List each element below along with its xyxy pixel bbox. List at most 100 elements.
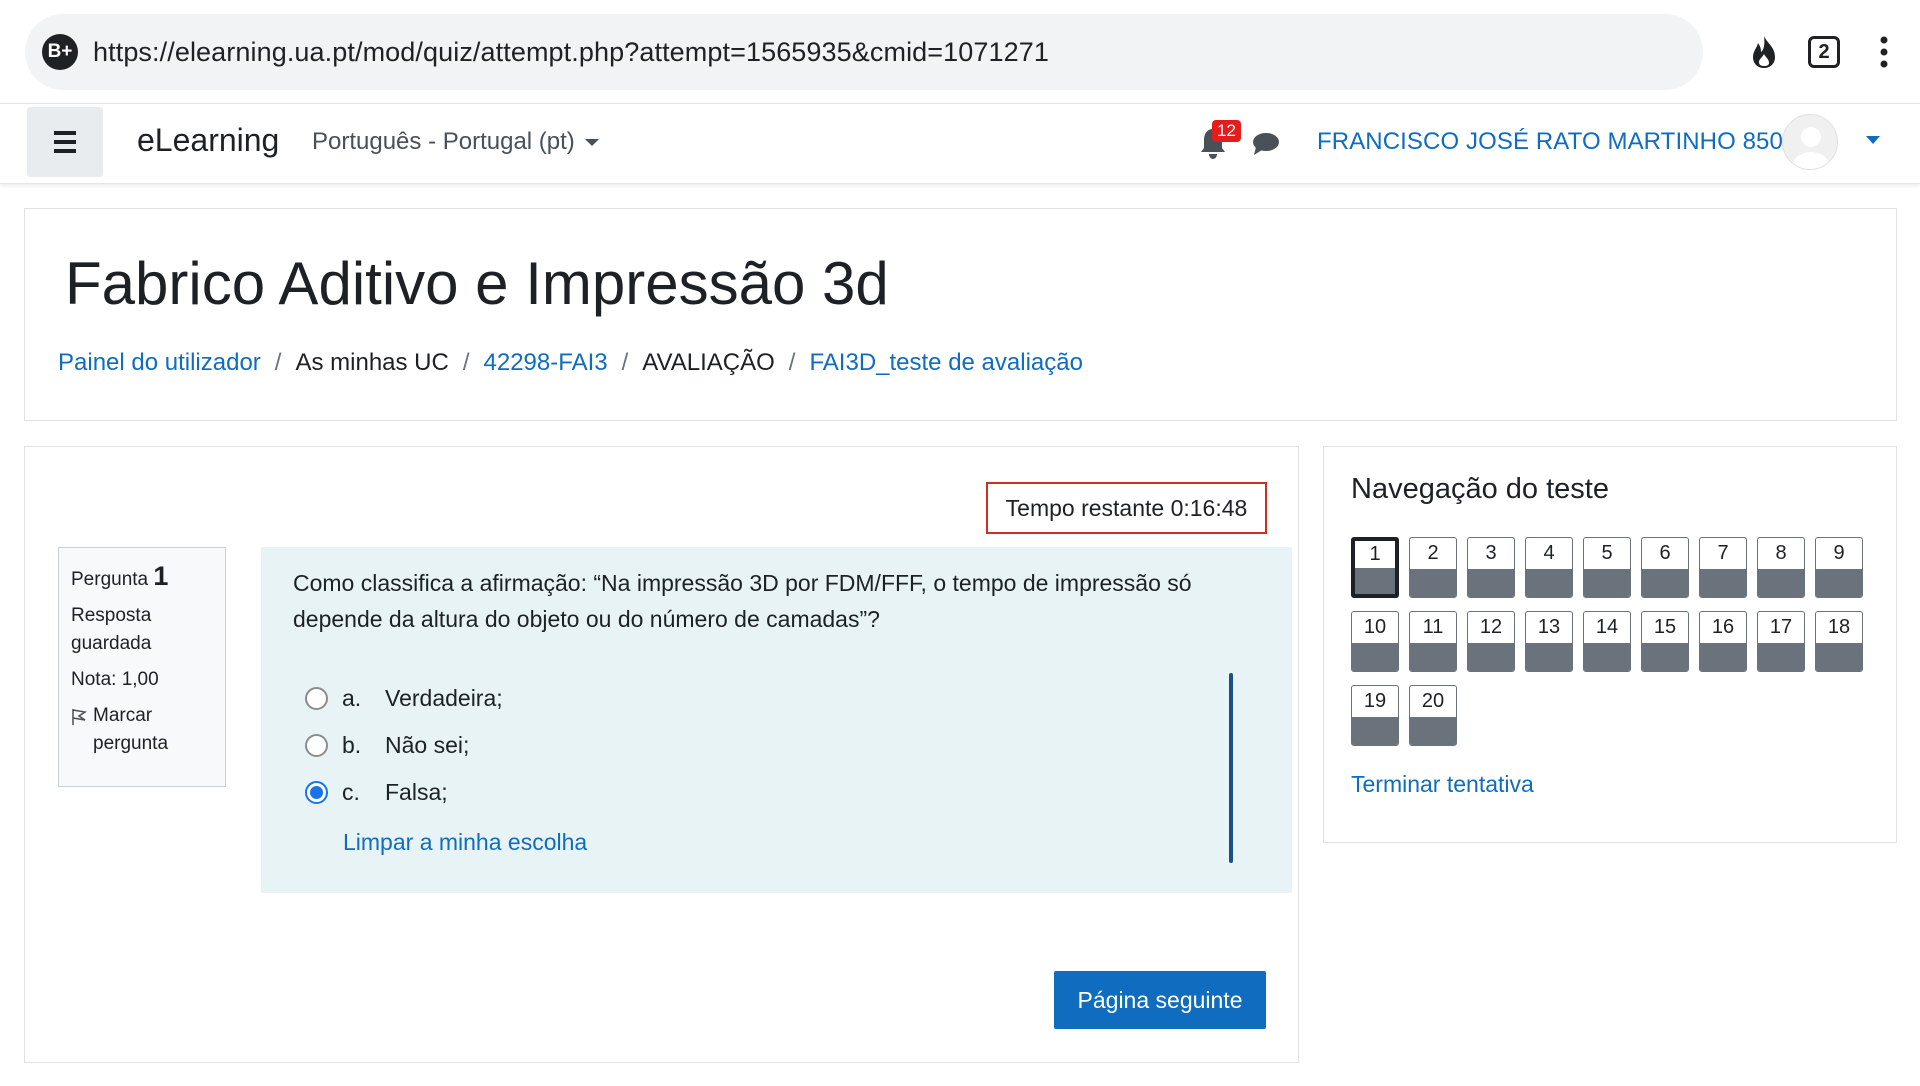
flag-question-label: Marcar pergunta: [93, 705, 169, 754]
question-nav-state: [1700, 569, 1746, 597]
flag-question-button[interactable]: Marcar pergunta: [71, 702, 213, 758]
breadcrumb-separator: /: [788, 349, 796, 376]
question-nav-button[interactable]: 9: [1815, 537, 1863, 598]
question-nav-button[interactable]: 19: [1351, 685, 1399, 746]
question-nav-button[interactable]: 12: [1467, 611, 1515, 672]
question-region: Tempo restante 0:16:48 Pergunta 1 Respos…: [24, 446, 1299, 1063]
time-remaining: Tempo restante 0:16:48: [986, 482, 1267, 534]
scrollbar[interactable]: [1229, 673, 1233, 863]
answer-letter: a.: [342, 685, 362, 711]
question-nav-number: 1: [1369, 543, 1381, 565]
question-nav-number: 5: [1601, 542, 1613, 564]
question-nav-button[interactable]: 18: [1815, 611, 1863, 672]
question-nav-button[interactable]: 1: [1351, 537, 1399, 598]
breadcrumb-item-dashboard[interactable]: Painel do utilizador: [58, 349, 261, 377]
next-page-button[interactable]: Página seguinte: [1054, 971, 1266, 1029]
question-nav-state: [1758, 569, 1804, 597]
question-info: Pergunta 1 Resposta guardada Nota: 1,00 …: [58, 547, 226, 787]
page-title: Fabrico Aditivo e Impressão 3d: [65, 250, 889, 317]
question-nav-number: 14: [1595, 616, 1619, 638]
flame-icon[interactable]: [1744, 30, 1784, 74]
question-nav-button[interactable]: 10: [1351, 611, 1399, 672]
answer-option-b[interactable]: b. Não sei;: [305, 722, 503, 769]
page-header: Fabrico Aditivo e Impressão 3d Painel do…: [24, 208, 1897, 421]
question-nav-state: [1758, 643, 1804, 671]
user-menu-name[interactable]: FRANCISCO JOSÉ RATO MARTINHO 85088: [1317, 128, 1810, 156]
radio-button-c[interactable]: [305, 781, 328, 804]
question-nav-button[interactable]: 2: [1409, 537, 1457, 598]
breadcrumb-item-my-courses: As minhas UC: [295, 349, 449, 376]
question-nav-button[interactable]: 7: [1699, 537, 1747, 598]
question-nav-state: [1816, 569, 1862, 597]
question-nav-number: 19: [1363, 690, 1387, 712]
answer-option-a[interactable]: a. Verdadeira;: [305, 675, 503, 722]
chat-icon[interactable]: [1252, 132, 1280, 161]
question-nav-button[interactable]: 6: [1641, 537, 1689, 598]
avatar[interactable]: [1782, 114, 1838, 170]
question-nav-state: [1410, 717, 1456, 745]
question-status: Resposta guardada: [71, 605, 152, 654]
question-nav-button[interactable]: 15: [1641, 611, 1689, 672]
quiz-navigation-panel: Navegação do teste 1 2 3 4 5 6 7 8 9 10 11 12 13 14 15…: [1323, 446, 1897, 843]
radio-button-b[interactable]: [305, 734, 328, 757]
tabs-count: 2: [1808, 36, 1840, 68]
radio-button-a[interactable]: [305, 687, 328, 710]
more-menu-icon[interactable]: [1864, 30, 1904, 74]
question-nav-state: [1468, 643, 1514, 671]
menu-toggle-button[interactable]: [27, 107, 103, 177]
question-nav-number: 10: [1363, 616, 1387, 638]
question-nav-state: [1642, 569, 1688, 597]
breadcrumb-item-course[interactable]: 42298-FAI3: [484, 349, 608, 377]
answer-options: a. Verdadeira; b. Não sei; c. Falsa;: [305, 675, 503, 816]
site-info-icon[interactable]: B+: [42, 34, 78, 70]
breadcrumb-separator: /: [462, 349, 470, 376]
question-nav-number: 2: [1427, 542, 1439, 564]
url-text[interactable]: https://elearning.ua.pt/mod/quiz/attempt…: [93, 37, 1049, 68]
browser-toolbar: B+ https://elearning.ua.pt/mod/quiz/atte…: [0, 0, 1920, 104]
answer-letter: b.: [342, 732, 362, 758]
notification-count-badge: 12: [1212, 120, 1241, 142]
answer-text: Não sei;: [385, 732, 470, 758]
question-nav-state: [1700, 643, 1746, 671]
clear-choice-link[interactable]: Limpar a minha escolha: [343, 829, 587, 856]
question-nav-state: [1584, 569, 1630, 597]
question-nav-state: [1816, 643, 1862, 671]
question-nav-button[interactable]: 17: [1757, 611, 1805, 672]
breadcrumb-item-quiz[interactable]: FAI3D_teste de avaliação: [809, 349, 1083, 377]
user-menu-chevron-icon[interactable]: [1866, 136, 1880, 144]
question-nav-button[interactable]: 13: [1525, 611, 1573, 672]
question-nav-button[interactable]: 11: [1409, 611, 1457, 672]
language-selector[interactable]: Português - Portugal (pt): [312, 128, 599, 156]
answer-option-c[interactable]: c. Falsa;: [305, 769, 503, 816]
question-nav-number: 7: [1717, 542, 1729, 564]
question-nav-button[interactable]: 4: [1525, 537, 1573, 598]
question-text: Como classifica a afirmação: “Na impress…: [293, 570, 1192, 632]
question-nav-button[interactable]: 5: [1583, 537, 1631, 598]
site-brand[interactable]: eLearning: [137, 122, 279, 159]
question-nav-state: [1410, 569, 1456, 597]
breadcrumb: Painel do utilizador / As minhas UC / 42…: [58, 349, 1083, 377]
question-nav-number: 11: [1422, 616, 1444, 638]
question-nav-number: 3: [1485, 542, 1497, 564]
address-bar[interactable]: B+ https://elearning.ua.pt/mod/quiz/atte…: [25, 14, 1703, 90]
answer-text: Verdadeira;: [385, 685, 503, 711]
question-number: 1: [153, 561, 169, 591]
question-nav-state: [1526, 569, 1572, 597]
chevron-down-icon: [584, 138, 599, 146]
finish-attempt-link[interactable]: Terminar tentativa: [1351, 771, 1534, 798]
question-nav-button[interactable]: 16: [1699, 611, 1747, 672]
question-nav-number: 6: [1659, 542, 1671, 564]
question-nav-button[interactable]: 20: [1409, 685, 1457, 746]
question-nav-button[interactable]: 8: [1757, 537, 1805, 598]
question-grade: Nota: 1,00: [71, 669, 159, 690]
question-nav-button[interactable]: 3: [1467, 537, 1515, 598]
question-nav-button[interactable]: 14: [1583, 611, 1631, 672]
question-nav-number: 8: [1775, 542, 1787, 564]
tabs-switcher-button[interactable]: 2: [1804, 30, 1844, 74]
question-nav-state: [1352, 643, 1398, 671]
question-nav-number: 9: [1833, 542, 1845, 564]
question-nav-state: [1468, 569, 1514, 597]
question-button-grid: 1 2 3 4 5 6 7 8 9 10 11 12 13 14 15 16 17 18 19 20: [1351, 537, 1871, 746]
top-navbar: eLearning Português - Portugal (pt) 12 F…: [0, 104, 1920, 184]
flag-icon: [72, 709, 87, 725]
